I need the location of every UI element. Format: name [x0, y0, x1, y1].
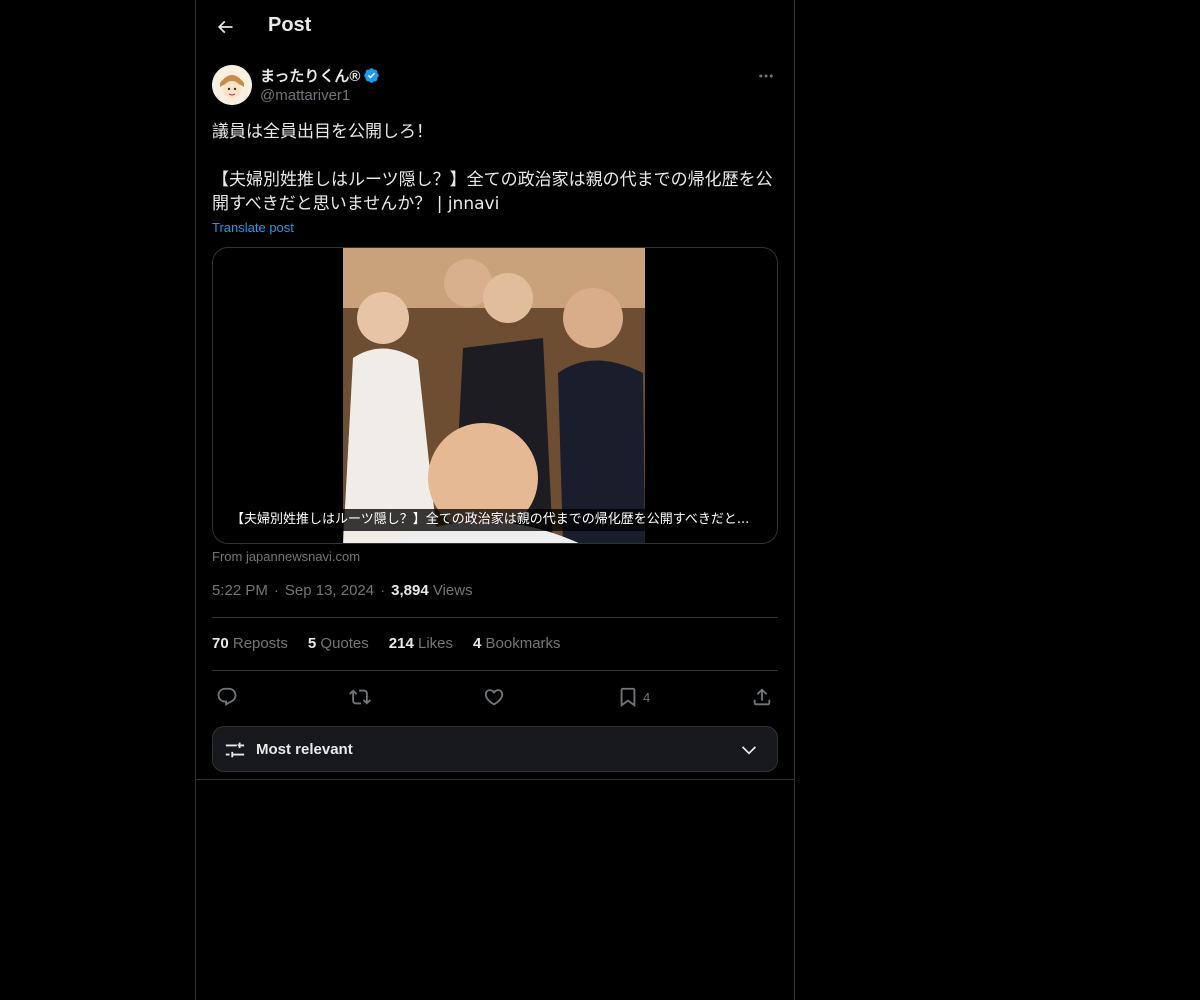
bookmark-button[interactable]: 4: [617, 682, 650, 712]
repost-icon: [349, 689, 371, 705]
post-column: Post まったりくん® @mattariver1 議員は全員出目を公開しろ！ …: [195, 0, 795, 1000]
bookmarks-label: Bookmarks: [485, 635, 561, 652]
post: まったりくん® @mattariver1 議員は全員出目を公開しろ！ 【夫婦別姓…: [212, 64, 778, 772]
like-button[interactable]: [483, 682, 505, 712]
engagement-stats: 70 Reposts 5 Quotes 214 Likes 4 Bookmark…: [212, 635, 561, 652]
author-name[interactable]: まったりくん®: [260, 65, 360, 86]
author-handle[interactable]: @mattariver1: [260, 87, 350, 104]
share-icon: [753, 688, 771, 706]
divider: [212, 670, 778, 671]
post-meta: 5:22 PM · Sep 13, 2024 · 3,894 Views: [212, 582, 473, 599]
meta-separator: ·: [273, 582, 279, 599]
likes-count: 214: [388, 635, 414, 652]
translate-post-link[interactable]: Translate post: [212, 220, 294, 235]
quotes-count: 5: [307, 635, 317, 652]
chevron-down-icon: [741, 746, 757, 755]
divider: [212, 617, 778, 618]
sort-sliders-icon: [225, 742, 245, 758]
page-header: Post: [196, 0, 794, 54]
back-arrow-icon: [217, 20, 233, 34]
author-row: まったりくん® @mattariver1: [212, 64, 778, 106]
reposts-label: Reposts: [232, 635, 288, 652]
bookmarks-stat[interactable]: 4 Bookmarks: [473, 635, 561, 652]
link-card[interactable]: 【夫婦別姓推しはルーツ隠し？】全ての政治家は親の代までの帰化歴を公開すべきだと.…: [212, 247, 778, 544]
page-title: Post: [268, 14, 312, 36]
views-count: 3,894: [391, 582, 429, 599]
reposts-count: 70: [212, 635, 229, 652]
bookmarks-count: 4: [473, 635, 482, 652]
card-caption: 【夫婦別姓推しはルーツ隠し？】全ての政治家は親の代までの帰化歴を公開すべきだと.…: [225, 509, 756, 531]
bookmark-icon: [620, 687, 636, 708]
post-time[interactable]: 5:22 PM: [212, 582, 268, 599]
section-divider: [196, 779, 794, 780]
author-name-row: まったりくん®: [260, 65, 380, 86]
like-icon: [484, 689, 504, 706]
quotes-label: Quotes: [320, 635, 369, 652]
avatar-image: [212, 65, 252, 105]
reposts-stat[interactable]: 70 Reposts: [212, 635, 288, 652]
reply-icon: [217, 687, 237, 706]
sort-label: Most relevant: [256, 741, 353, 758]
meta-separator: ·: [380, 582, 386, 599]
likes-stat[interactable]: 214 Likes: [389, 635, 453, 652]
verified-badge-icon: [364, 68, 380, 83]
more-icon: [759, 74, 773, 78]
bookmark-count: 4: [643, 689, 651, 705]
views: 3,894 Views: [391, 582, 472, 599]
avatar[interactable]: [212, 65, 252, 105]
back-button[interactable]: [207, 9, 243, 45]
post-text: 議員は全員出目を公開しろ！ 【夫婦別姓推しはルーツ隠し？】全ての政治家は親の代ま…: [212, 122, 773, 214]
card-image: [343, 248, 645, 543]
card-source[interactable]: From japannewsnavi.com: [212, 549, 360, 564]
repost-button[interactable]: [349, 682, 371, 712]
more-button[interactable]: [754, 64, 778, 88]
reply-sort-dropdown[interactable]: Most relevant: [212, 726, 778, 772]
quotes-stat[interactable]: 5 Quotes: [308, 635, 369, 652]
views-label: Views: [432, 582, 473, 599]
post-date[interactable]: Sep 13, 2024: [285, 582, 374, 599]
likes-label: Likes: [417, 635, 454, 652]
reply-button[interactable]: [216, 682, 238, 712]
action-bar: 4: [212, 682, 778, 712]
share-button[interactable]: [751, 682, 773, 712]
